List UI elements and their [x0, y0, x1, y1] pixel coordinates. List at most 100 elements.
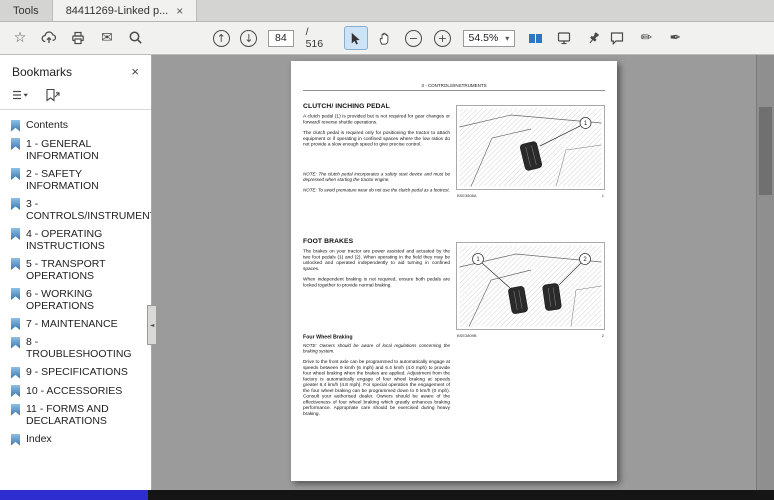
comment-button[interactable]: [605, 26, 629, 50]
sidebar-item-operating-instructions[interactable]: 4 - OPERATING INSTRUCTIONS: [11, 225, 145, 255]
page-down-button[interactable]: ↓: [238, 26, 261, 50]
page-number-input[interactable]: 84: [268, 30, 293, 47]
bookmark-icon: [11, 168, 20, 180]
vertical-scrollbar[interactable]: [756, 55, 774, 490]
cloud-upload-button[interactable]: [37, 26, 61, 50]
collapse-arrow-icon: ◄: [150, 322, 155, 329]
tab-tools-label: Tools: [13, 5, 39, 17]
sidebar-item-working-operations[interactable]: 6 - WORKING OPERATIONS: [11, 285, 145, 315]
star-button[interactable]: ☆: [8, 26, 32, 50]
bookmark-icon: [11, 288, 20, 300]
bookmark-icon: [11, 434, 20, 446]
toolbar-view-group: − + 54.5% ▾: [344, 26, 606, 50]
bookmark-icon: [11, 337, 20, 349]
print-button[interactable]: [66, 26, 90, 50]
pin-icon: [586, 31, 601, 46]
cursor-icon: [348, 31, 363, 46]
envelope-icon: ✉: [101, 30, 113, 46]
scrollbar-thumb[interactable]: [759, 107, 772, 195]
bookmark-icon: [11, 385, 20, 397]
find-button[interactable]: [124, 26, 148, 50]
bookmark-locate-icon: [44, 88, 60, 102]
bookmark-label: 2 - SAFETY INFORMATION: [26, 168, 145, 192]
pin-button[interactable]: [581, 26, 605, 50]
bookmark-label: 5 - TRANSPORT OPERATIONS: [26, 258, 145, 282]
expand-current-bookmark-button[interactable]: [42, 87, 62, 103]
foot-brakes-section: FOOT BRAKES The brakes on your tractor a…: [303, 237, 450, 293]
zoom-in-button[interactable]: +: [431, 26, 455, 50]
doc-paragraph: The brakes on your tractor are power ass…: [303, 249, 450, 272]
sidebar-item-specifications[interactable]: 9 - SPECIFICATIONS: [11, 363, 145, 382]
monitor-icon: [556, 30, 572, 46]
hand-tool-button[interactable]: [373, 26, 397, 50]
sign-button[interactable]: ✒: [663, 26, 687, 50]
page-fit-button[interactable]: [523, 26, 547, 50]
star-icon: ☆: [14, 30, 27, 46]
bookmark-label: 3 - CONTROLS/INSTRUMENTS: [26, 198, 151, 222]
doc-paragraph: Drive to the front axle can be programme…: [303, 359, 450, 417]
panel-close-icon[interactable]: ×: [131, 64, 139, 79]
bookmark-options-button[interactable]: [10, 87, 30, 103]
tab-tools[interactable]: Tools: [0, 0, 53, 21]
toolbar-right-group: ✏ ✒: [605, 26, 687, 50]
sidebar-item-general-information[interactable]: 1 - GENERAL INFORMATION: [11, 135, 145, 165]
pdf-page: 3 - CONTROLS/INSTRUMENTS CLUTCH/ INCHING…: [291, 61, 617, 481]
document-view[interactable]: 3 - CONTROLS/INSTRUMENTS CLUTCH/ INCHING…: [152, 55, 756, 490]
sidebar-item-contents[interactable]: Contents: [11, 116, 145, 135]
figure-illustration: 1: [456, 105, 605, 190]
bookmark-icon: [11, 120, 20, 132]
page-display-button[interactable]: [552, 26, 576, 50]
sidebar-item-transport-operations[interactable]: 5 - TRANSPORT OPERATIONS: [11, 255, 145, 285]
hand-icon: [377, 31, 392, 46]
close-icon[interactable]: ×: [176, 5, 183, 17]
bookmark-label: 1 - GENERAL INFORMATION: [26, 138, 145, 162]
page-up-button[interactable]: ↑: [210, 26, 233, 50]
bookmarks-panel-title: Bookmarks: [12, 65, 72, 79]
pen-icon: ✒: [669, 30, 681, 46]
taskbar-start-area: [0, 490, 148, 500]
tab-document-label: 84411269-Linked p...: [66, 5, 169, 17]
pedal-shape: [542, 283, 561, 311]
printer-icon: [70, 30, 86, 46]
sidebar-item-maintenance[interactable]: 7 - MAINTENANCE: [11, 315, 145, 334]
highlight-button[interactable]: ✏: [634, 26, 658, 50]
bookmark-icon: [11, 228, 20, 240]
toolbar-nav-group: ↑ ↓ 84 / 516: [210, 26, 332, 50]
sidebar-item-safety-information[interactable]: 2 - SAFETY INFORMATION: [11, 165, 145, 195]
bookmark-icon: [11, 138, 20, 150]
zoom-out-button[interactable]: −: [402, 26, 426, 50]
select-tool-button[interactable]: [344, 26, 368, 50]
sidebar-item-troubleshooting[interactable]: 8 - TROUBLESHOOTING: [11, 333, 145, 363]
panel-collapse-handle[interactable]: ◄: [147, 305, 157, 345]
zoom-out-icon: −: [405, 30, 422, 47]
doc-section-heading: FOOT BRAKES: [303, 237, 450, 245]
doc-note: NOTE: The clutch pedal incorporates a sa…: [303, 171, 450, 182]
sidebar-item-accessories[interactable]: 10 - ACCESSORIES: [11, 382, 145, 401]
bookmark-label: Contents: [26, 119, 68, 132]
pdf-viewer-window: Tools 84411269-Linked p... × ☆ ✉: [0, 0, 774, 500]
bookmark-icon: [11, 404, 20, 416]
toolbar-left-group: ☆ ✉: [8, 26, 148, 50]
figure-illustration: 1 2: [456, 242, 605, 330]
tab-bar: Tools 84411269-Linked p... ×: [0, 0, 774, 22]
sidebar-item-controls-instruments[interactable]: 3 - CONTROLS/INSTRUMENTS: [11, 195, 145, 225]
bookmark-icon: [11, 367, 20, 379]
bookmark-label: 6 - WORKING OPERATIONS: [26, 288, 145, 312]
doc-note: NOTE: To avoid premature wear do not use…: [303, 187, 450, 193]
page-count-label: / 516: [306, 26, 328, 50]
comment-icon: [609, 30, 625, 46]
figure-code: BSE3809B: [457, 334, 477, 339]
bookmark-label: 9 - SPECIFICATIONS: [26, 366, 128, 379]
sidebar-item-forms-declarations[interactable]: 11 - FORMS AND DECLARATIONS: [11, 400, 145, 430]
email-button[interactable]: ✉: [95, 26, 119, 50]
bookmark-label: 11 - FORMS AND DECLARATIONS: [26, 403, 145, 427]
figure-number: 2: [602, 334, 604, 339]
page-up-icon: ↑: [213, 30, 230, 47]
four-wheel-braking-section: Four Wheel Braking NOTE: Owners should b…: [303, 334, 450, 422]
bookmark-icon: [11, 198, 20, 210]
figure-caption: BSE3808A 1: [456, 194, 605, 199]
tab-document[interactable]: 84411269-Linked p... ×: [53, 0, 198, 21]
sidebar-item-index[interactable]: Index: [11, 430, 145, 449]
content-area: Bookmarks × Contents 1 - GENE: [0, 55, 774, 490]
zoom-level-select[interactable]: 54.5% ▾: [463, 30, 516, 47]
